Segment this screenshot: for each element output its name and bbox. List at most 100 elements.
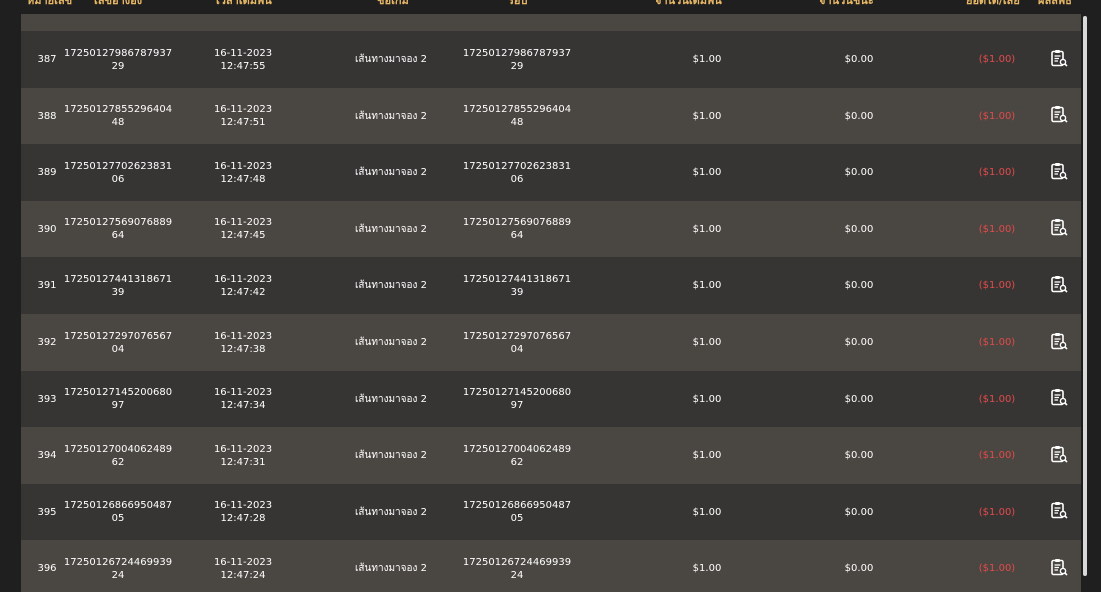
cell-reference: 1725012714520068097 <box>63 387 173 412</box>
cell-number: 389 <box>37 167 57 179</box>
cell-number: 394 <box>37 450 57 462</box>
cell-bet-amount: $1.00 <box>692 167 722 179</box>
clipboard-search-icon <box>1050 105 1068 127</box>
cell-bet-time: 16-11-2023 12:47:55 <box>213 47 273 72</box>
header-reference: เลขอ้างอิง <box>94 0 143 7</box>
cell-round: 1725012770262383106 <box>462 160 572 185</box>
table-row: 389 1725012770262383106 16-11-2023 12:47… <box>21 144 1081 202</box>
view-result-button[interactable] <box>1045 484 1073 541</box>
cell-game-name: เส้นทางมาจอง 2 <box>355 506 427 518</box>
view-result-button[interactable] <box>1045 427 1073 484</box>
cell-number: 396 <box>37 563 57 575</box>
view-result-button[interactable] <box>1045 371 1073 428</box>
cell-number: 392 <box>37 337 57 348</box>
table-row: 390 1725012756907688964 16-11-2023 12:47… <box>21 200 1081 258</box>
scrollbar-thumb[interactable] <box>1083 16 1087 576</box>
cell-round: 1725012744131867139 <box>462 273 572 298</box>
clipboard-search-icon <box>1050 501 1068 523</box>
cell-win-amount: $0.00 <box>844 337 874 348</box>
view-result-button[interactable] <box>1045 314 1073 371</box>
cell-round: 1725012729707656704 <box>462 330 572 355</box>
cell-bet-amount: $1.00 <box>692 450 722 462</box>
header-number: หมายเลข <box>27 0 73 7</box>
cell-round: 1725012714520068097 <box>462 387 572 412</box>
table-row: 395 1725012686695048705 16-11-2023 12:47… <box>21 483 1081 541</box>
cell-number: 387 <box>37 54 57 65</box>
cell-game-name: เส้นทางมาจอง 2 <box>355 167 427 179</box>
cell-reference: 1725012785529640448 <box>63 104 173 129</box>
clipboard-search-icon <box>1050 162 1068 184</box>
cell-net: ($1.00) <box>978 337 1016 348</box>
cell-net: ($1.00) <box>978 450 1016 462</box>
clipboard-search-icon <box>1050 388 1068 410</box>
cell-bet-time: 16-11-2023 12:47:28 <box>213 500 273 525</box>
cell-win-amount: $0.00 <box>844 167 874 179</box>
cell-round: 1725012686695048705 <box>462 500 572 525</box>
cell-reference: 1725012729707656704 <box>63 330 173 355</box>
cell-reference: 1725012770262383106 <box>63 160 173 185</box>
cell-round: 1725012756907688964 <box>462 217 572 242</box>
cell-round: 1725012700406248962 <box>462 443 572 468</box>
cell-net: ($1.00) <box>978 280 1016 292</box>
cell-bet-time: 16-11-2023 12:47:38 <box>213 330 273 355</box>
view-result-button[interactable] <box>1045 540 1073 592</box>
table-row: 388 1725012785529640448 16-11-2023 12:47… <box>21 87 1081 145</box>
cell-reference: 1725012756907688964 <box>63 217 173 242</box>
cell-reference: 1725012744131867139 <box>63 273 173 298</box>
table-row: 387 1725012798678793729 16-11-2023 12:47… <box>21 31 1081 88</box>
view-result-button[interactable] <box>1045 88 1073 145</box>
cell-net: ($1.00) <box>978 110 1016 122</box>
cell-net: ($1.00) <box>978 167 1016 179</box>
cell-bet-time: 16-11-2023 12:47:42 <box>213 273 273 298</box>
clipboard-search-icon <box>1050 275 1068 297</box>
cell-bet-amount: $1.00 <box>692 563 722 575</box>
cell-game-name: เส้นทางมาจอง 2 <box>355 223 427 235</box>
cell-net: ($1.00) <box>978 563 1016 575</box>
cell-bet-amount: $1.00 <box>692 54 722 65</box>
header-round: รอบ <box>508 0 528 7</box>
cell-bet-time: 16-11-2023 12:47:45 <box>213 217 273 242</box>
cell-net: ($1.00) <box>978 54 1016 65</box>
cell-win-amount: $0.00 <box>844 280 874 292</box>
table-row: 393 1725012714520068097 16-11-2023 12:47… <box>21 370 1081 428</box>
cell-game-name: เส้นทางมาจอง 2 <box>355 110 427 122</box>
table-row: 391 1725012744131867139 16-11-2023 12:47… <box>21 257 1081 315</box>
view-result-button[interactable] <box>1045 257 1073 314</box>
cell-win-amount: $0.00 <box>844 393 874 405</box>
cell-number: 395 <box>37 506 57 518</box>
clipboard-search-icon <box>1050 332 1068 354</box>
table-row: 396 1725012672446993924 16-11-2023 12:47… <box>21 540 1081 592</box>
cell-game-name: เส้นทางมาจอง 2 <box>355 280 427 292</box>
cell-round: 1725012785529640448 <box>462 104 572 129</box>
bet-history-table: 387 1725012798678793729 16-11-2023 12:47… <box>21 14 1081 592</box>
cell-win-amount: $0.00 <box>844 450 874 462</box>
table-row: 394 1725012700406248962 16-11-2023 12:47… <box>21 427 1081 485</box>
cell-win-amount: $0.00 <box>844 110 874 122</box>
header-win-amount: จำนวนชนะ <box>819 0 874 7</box>
cell-round: 1725012672446993924 <box>462 556 572 581</box>
header-net: ยอดได้/เสีย <box>966 0 1020 7</box>
cell-game-name: เส้นทางมาจอง 2 <box>355 393 427 405</box>
cell-bet-time: 16-11-2023 12:47:34 <box>213 387 273 412</box>
clipboard-search-icon <box>1050 558 1068 580</box>
table-header: หมายเลข เลขอ้างอิง เวลาเดิมพัน ชื่อเกม ร… <box>0 0 1090 14</box>
table-row-partial <box>21 14 1081 31</box>
cell-win-amount: $0.00 <box>844 223 874 235</box>
cell-bet-time: 16-11-2023 12:47:31 <box>213 443 273 468</box>
cell-number: 391 <box>37 280 57 292</box>
table-row: 392 1725012729707656704 16-11-2023 12:47… <box>21 314 1081 371</box>
cell-net: ($1.00) <box>978 223 1016 235</box>
cell-reference: 1725012672446993924 <box>63 556 173 581</box>
cell-bet-time: 16-11-2023 12:47:24 <box>213 556 273 581</box>
cell-number: 388 <box>37 110 57 122</box>
cell-bet-amount: $1.00 <box>692 337 722 348</box>
view-result-button[interactable] <box>1045 144 1073 201</box>
header-game-name: ชื่อเกม <box>377 0 409 7</box>
cell-win-amount: $0.00 <box>844 506 874 518</box>
cell-game-name: เส้นทางมาจอง 2 <box>355 563 427 575</box>
cell-win-amount: $0.00 <box>844 563 874 575</box>
cell-reference: 1725012798678793729 <box>63 47 173 72</box>
view-result-button[interactable] <box>1045 201 1073 258</box>
cell-game-name: เส้นทางมาจอง 2 <box>355 54 427 65</box>
view-result-button[interactable] <box>1045 31 1073 88</box>
